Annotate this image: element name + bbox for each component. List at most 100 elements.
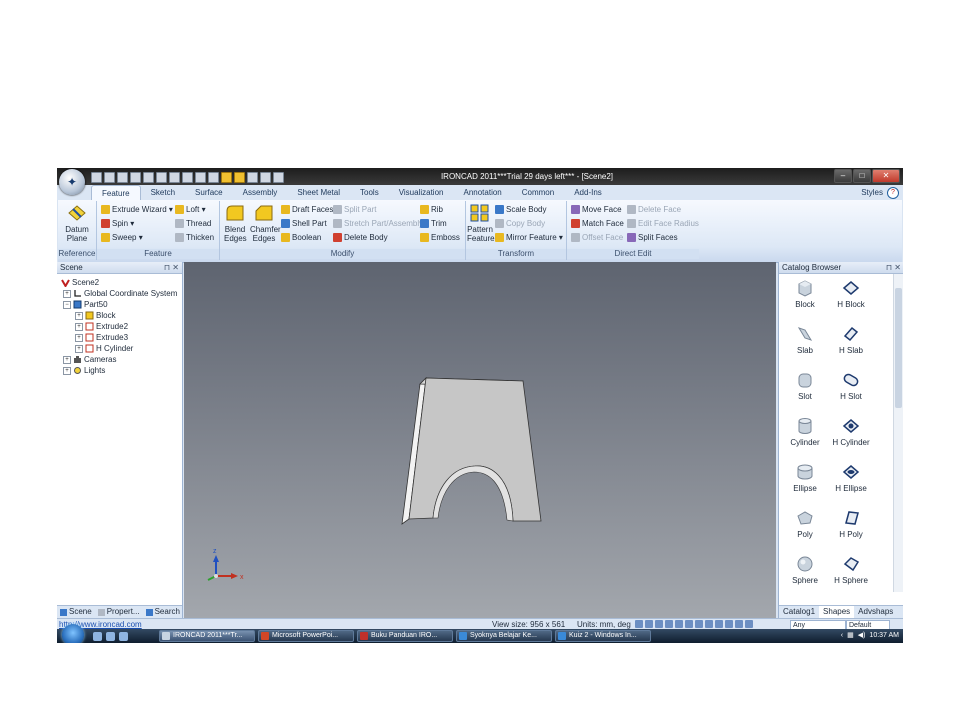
catalog-item-h-sphere[interactable]: H Sphere xyxy=(826,554,876,585)
open-icon[interactable] xyxy=(104,172,115,183)
thread-button[interactable]: Thread xyxy=(175,218,211,229)
paste-icon[interactable] xyxy=(182,172,193,183)
trim-button[interactable]: Trim xyxy=(420,218,447,229)
print-icon[interactable] xyxy=(143,172,154,183)
expand-icon[interactable]: + xyxy=(75,333,83,342)
tab-feature[interactable]: Feature xyxy=(91,185,141,200)
catalog-item-slab[interactable]: Slab xyxy=(780,324,830,355)
catalog-item-h-poly[interactable]: H Poly xyxy=(826,508,876,539)
light-view-icon[interactable] xyxy=(745,620,753,628)
catalog-item-ellipse[interactable]: Ellipse xyxy=(780,462,830,493)
3d-viewport[interactable]: z x xyxy=(184,262,776,618)
offset-face-button[interactable]: Offset Face xyxy=(571,232,623,243)
show-desktop-icon[interactable] xyxy=(93,632,102,641)
display-icon[interactable] xyxy=(735,620,743,628)
volume-icon[interactable]: ◀) xyxy=(858,629,866,643)
scale-body-button[interactable]: Scale Body xyxy=(495,204,546,215)
zoom-window-icon[interactable] xyxy=(645,620,653,628)
help-icon[interactable]: ? xyxy=(887,187,899,199)
delete-face-button[interactable]: Delete Face xyxy=(627,204,681,215)
orbit-icon[interactable] xyxy=(665,620,673,628)
cut-icon[interactable] xyxy=(156,172,167,183)
minimize-button[interactable]: – xyxy=(834,169,852,183)
split-part-button[interactable]: Split Part xyxy=(333,204,376,215)
pan-icon[interactable] xyxy=(655,620,663,628)
expand-icon[interactable]: + xyxy=(75,311,83,320)
catalog-panel-controls[interactable]: ⊓ ✕ xyxy=(886,262,901,273)
loft-button[interactable]: Loft ▾ xyxy=(175,204,206,215)
clock[interactable]: 10:37 AM xyxy=(869,629,899,643)
tab-shapes[interactable]: Shapes xyxy=(819,606,855,618)
expand-icon[interactable]: + xyxy=(75,322,83,331)
tab-properties[interactable]: Propert... xyxy=(95,606,143,618)
tab-advshaps[interactable]: Advshaps xyxy=(854,606,897,618)
shell-part-button[interactable]: Shell Part xyxy=(281,218,327,229)
tree-node-global-coordinate-system[interactable]: + Global Coordinate System xyxy=(63,288,177,299)
tree-node-block[interactable]: + Block xyxy=(75,310,116,321)
triball-icon[interactable] xyxy=(221,172,232,183)
tab-scene[interactable]: Scene xyxy=(57,606,95,618)
tree-node-lights[interactable]: + Lights xyxy=(63,365,105,376)
match-face-button[interactable]: Match Face xyxy=(571,218,624,229)
catalog-item-h-cylinder[interactable]: H Cylinder xyxy=(826,416,876,447)
tree-node-part50[interactable]: − Part50 xyxy=(63,299,108,310)
fit-view-icon[interactable] xyxy=(685,620,693,628)
catalog-item-h-block[interactable]: H Block xyxy=(826,278,876,309)
internet-explorer-icon[interactable] xyxy=(119,632,128,641)
copy-icon[interactable] xyxy=(169,172,180,183)
shading-icon[interactable] xyxy=(705,620,713,628)
save-icon[interactable] xyxy=(130,172,141,183)
chamfer-edges-button[interactable]: Chamfer Edges xyxy=(249,204,281,243)
application-menu-button[interactable]: ✦ xyxy=(59,169,85,195)
tab-catalog1[interactable]: Catalog1 xyxy=(779,606,819,618)
customize-qat-icon[interactable] xyxy=(273,172,284,183)
expand-icon[interactable]: + xyxy=(63,366,71,375)
tree-node-scene2[interactable]: Scene2 xyxy=(61,277,99,288)
redo-icon[interactable] xyxy=(208,172,219,183)
tree-node-cameras[interactable]: + Cameras xyxy=(63,354,116,365)
tab-common[interactable]: Common xyxy=(512,185,564,200)
taskbar-ironcad[interactable]: IRONCAD 2011***Tr... xyxy=(159,630,255,642)
tab-surface[interactable]: Surface xyxy=(185,185,233,200)
spin-button[interactable]: Spin ▾ xyxy=(101,218,134,229)
render-mode-icon[interactable] xyxy=(695,620,703,628)
delete-body-button[interactable]: Delete Body xyxy=(333,232,388,243)
view-orient-icon[interactable] xyxy=(675,620,683,628)
tray-expand-icon[interactable]: ‹ xyxy=(841,629,843,643)
catalog-item-slot[interactable]: Slot xyxy=(780,370,830,401)
catalog-scroll-thumb[interactable] xyxy=(895,288,902,408)
tab-tools[interactable]: Tools xyxy=(350,185,389,200)
catalog-item-sphere[interactable]: Sphere xyxy=(780,554,830,585)
sweep-button[interactable]: Sweep ▾ xyxy=(101,232,143,243)
move-face-button[interactable]: Move Face xyxy=(571,204,622,215)
undo-icon[interactable] xyxy=(195,172,206,183)
boolean-button[interactable]: Boolean xyxy=(281,232,321,243)
taskbar-kuiz2[interactable]: Kuiz 2 - Windows In... xyxy=(555,630,651,642)
rib-button[interactable]: Rib xyxy=(420,204,443,215)
taskbar-buku-panduan[interactable]: Buku Panduan IRO... xyxy=(357,630,453,642)
datum-plane-button[interactable]: Datum Plane xyxy=(60,204,94,243)
catalog-scrollbar[interactable] xyxy=(893,274,903,592)
zoom-icon[interactable] xyxy=(635,620,643,628)
collapse-icon[interactable]: − xyxy=(63,300,71,309)
edit-face-radius-button[interactable]: Edit Face Radius xyxy=(627,218,699,229)
taskbar-powerpoint[interactable]: Microsoft PowerPoi... xyxy=(258,630,354,642)
blend-edges-button[interactable]: Blend Edges xyxy=(222,204,248,243)
catalog-item-h-slot[interactable]: H Slot xyxy=(826,370,876,401)
start-button[interactable] xyxy=(62,624,84,643)
maximize-button[interactable]: □ xyxy=(853,169,871,183)
split-faces-button[interactable]: Split Faces xyxy=(627,232,678,243)
stretch-part-button[interactable]: Stretch Part/Assembly xyxy=(333,218,423,229)
tab-visualization[interactable]: Visualization xyxy=(389,185,454,200)
tab-add-ins[interactable]: Add-Ins xyxy=(564,185,612,200)
tree-node-extrude3[interactable]: + Extrude3 xyxy=(75,332,128,343)
switch-windows-icon[interactable] xyxy=(106,632,115,641)
tab-annotation[interactable]: Annotation xyxy=(453,185,511,200)
taskbar-syoknya[interactable]: Syoknya Belajar Ke... xyxy=(456,630,552,642)
tab-sketch[interactable]: Sketch xyxy=(141,185,185,200)
close-button[interactable]: ✕ xyxy=(872,169,900,183)
pattern-feature-button[interactable]: Pattern Feature xyxy=(467,204,495,243)
scene-panel-controls[interactable]: ⊓ ✕ xyxy=(164,262,179,273)
draft-faces-button[interactable]: Draft Faces xyxy=(281,204,333,215)
smart-snap-icon[interactable] xyxy=(234,172,245,183)
